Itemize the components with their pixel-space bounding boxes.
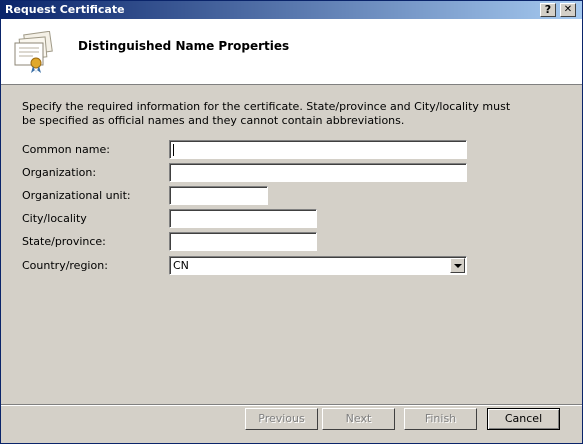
next-button[interactable]: Next	[322, 408, 395, 430]
organizational-unit-label: Organizational unit:	[22, 189, 131, 202]
close-button[interactable]: ✕	[560, 3, 576, 17]
organization-field[interactable]	[169, 163, 467, 182]
country-select-value: CN	[173, 259, 189, 272]
page-title: Distinguished Name Properties	[78, 39, 290, 53]
organization-input[interactable]	[170, 164, 466, 181]
organizational-unit-input[interactable]	[170, 187, 267, 204]
dropdown-button[interactable]	[450, 258, 465, 273]
instructions-text: Specify the required information for the…	[22, 100, 511, 127]
window-title: Request Certificate	[5, 3, 125, 16]
wizard-header: Distinguished Name Properties	[1, 19, 582, 85]
finish-button[interactable]: Finish	[404, 408, 477, 430]
state-input[interactable]	[170, 233, 316, 250]
organization-label: Organization:	[22, 166, 97, 179]
state-field[interactable]	[169, 232, 317, 251]
organizational-unit-field[interactable]	[169, 186, 268, 205]
common-name-label: Common name:	[22, 143, 110, 156]
country-select[interactable]: CN	[169, 256, 467, 275]
country-label: Country/region:	[22, 259, 108, 272]
chevron-down-icon	[454, 264, 462, 268]
common-name-input[interactable]	[170, 141, 466, 158]
help-button[interactable]: ?	[540, 3, 556, 17]
request-certificate-dialog: Request Certificate ? ✕ Distinguished Na…	[0, 0, 583, 444]
common-name-field[interactable]	[169, 140, 467, 159]
text-caret	[173, 144, 174, 156]
certificate-icon	[14, 31, 53, 73]
footer-divider	[1, 404, 582, 406]
city-input[interactable]	[170, 210, 316, 227]
city-field[interactable]	[169, 209, 317, 228]
previous-button[interactable]: Previous	[245, 408, 318, 430]
cancel-button[interactable]: Cancel	[487, 408, 560, 430]
state-label: State/province:	[22, 235, 106, 248]
city-label: City/locality	[22, 212, 87, 225]
title-bar[interactable]: Request Certificate ? ✕	[1, 1, 582, 19]
